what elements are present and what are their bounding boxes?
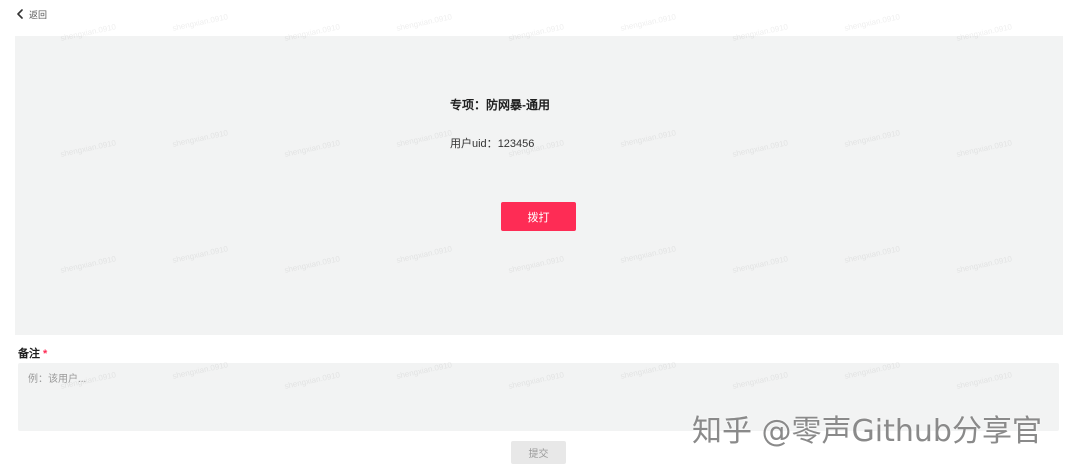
submit-button[interactable]: 提交: [511, 441, 566, 464]
back-link[interactable]: 返回: [16, 7, 47, 21]
remark-label: 备注 *: [18, 345, 47, 361]
watermark-text: shengxian.0910: [395, 12, 453, 33]
watermark-text: shengxian.0910: [619, 12, 677, 33]
watermark-text: shengxian.0910: [171, 12, 229, 33]
user-uid-value: 123456: [497, 138, 535, 150]
user-uid-label: 用户uid：: [450, 138, 498, 150]
call-task-page: 返回 专项：防网暴-通用 用户uid：123456 拨打 备注* 提交 shen…: [0, 0, 1080, 470]
user-uid: 用户uid：123456: [450, 135, 534, 151]
remark-textarea[interactable]: [18, 363, 1059, 431]
watermark-text: shengxian.0910: [843, 12, 901, 33]
remark-label-text: 备注: [18, 348, 40, 360]
call-button[interactable]: 拨打: [501, 202, 576, 231]
required-mark: *: [43, 348, 48, 360]
chevron-left-icon: [16, 9, 24, 19]
task-card: 专项：防网暴-通用 用户uid：123456 拨打: [15, 36, 1063, 335]
task-title: 专项：防网暴-通用: [450, 98, 550, 112]
back-label: 返回: [29, 9, 48, 20]
